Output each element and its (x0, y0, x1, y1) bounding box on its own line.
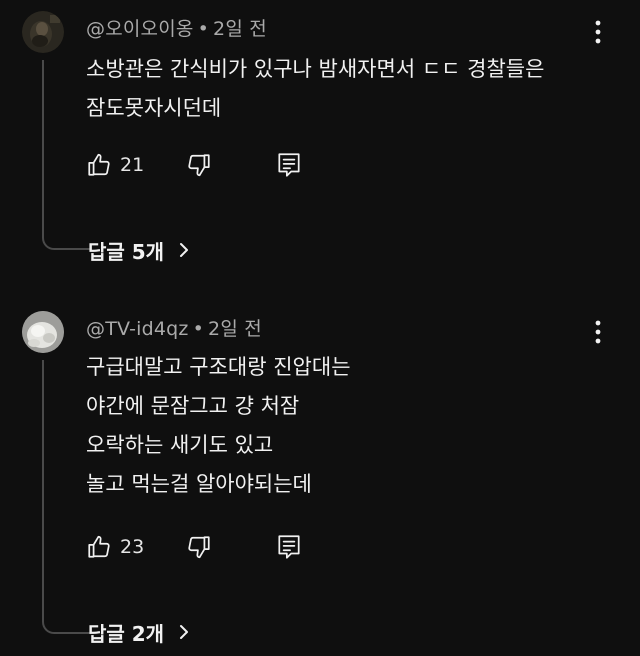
comment-actions: 21 (86, 150, 326, 180)
view-replies-button[interactable]: 답글 2개 (88, 617, 190, 647)
comment-line: 잠도못자시던데 (86, 96, 222, 120)
meta-separator: • (197, 18, 210, 40)
meta-separator: • (192, 318, 205, 340)
vertical-dots-icon (595, 20, 601, 44)
comment-time: 2일 전 (213, 18, 267, 40)
thumb-down-outline-icon (188, 154, 210, 177)
comment-line: 놀고 먹는걸 알아야되는데 (86, 472, 312, 496)
reply-button[interactable] (276, 532, 302, 562)
like-button[interactable]: 21 (86, 150, 144, 180)
comment-meta: @TV-id4qz • 2일 전 (86, 314, 262, 341)
comment-time: 2일 전 (208, 318, 262, 340)
like-button[interactable]: 23 (86, 532, 144, 562)
reply-button[interactable] (276, 150, 302, 180)
comment-item: @오이오이옹 • 2일 전 소방관은 간식비가 있구나 밤새자면서 ㄷㄷ 경찰들은 … (0, 0, 640, 300)
comment-text: 소방관은 간식비가 있구나 밤새자면서 ㄷㄷ 경찰들은 잠도못자시던데 (86, 50, 544, 128)
comment-item: @TV-id4qz • 2일 전 구급대말고 구조대랑 진압대는 야간에 문잠그고 … (0, 300, 640, 656)
view-replies-button[interactable]: 답글 5개 (88, 235, 190, 265)
replies-count-label: 답글 5개 (88, 239, 165, 264)
chevron-right-icon (178, 623, 190, 641)
vertical-dots-icon (595, 320, 601, 344)
comment-line: 소방관은 간식비가 있구나 밤새자면서 ㄷㄷ 경찰들은 (86, 57, 545, 81)
reply-comment-icon (278, 153, 300, 177)
author-handle[interactable]: @오이오이옹 (86, 18, 194, 40)
comment-actions: 23 (86, 532, 326, 562)
avatar[interactable] (22, 311, 64, 353)
like-count: 21 (120, 154, 145, 176)
thread-connector-line (42, 360, 90, 634)
dislike-button[interactable] (186, 532, 212, 562)
thumb-up-outline-icon (88, 153, 110, 176)
comment-line: 오락하는 새기도 있고 (86, 433, 274, 457)
thread-connector-line (42, 60, 90, 250)
dislike-button[interactable] (186, 150, 212, 180)
thumb-up-outline-icon (88, 535, 110, 558)
reply-comment-icon (278, 535, 300, 559)
author-handle[interactable]: @TV-id4qz (86, 318, 189, 340)
chevron-right-icon (178, 241, 190, 259)
comment-meta: @오이오이옹 • 2일 전 (86, 14, 267, 41)
avatar[interactable] (22, 11, 64, 53)
like-count: 23 (120, 536, 145, 558)
thumb-down-outline-icon (188, 536, 210, 559)
more-actions-button[interactable] (588, 18, 608, 46)
comment-text: 구급대말고 구조대랑 진압대는 야간에 문잠그고 걍 처잠 오락하는 새기도 있… (86, 348, 351, 504)
comment-line: 구급대말고 구조대랑 진압대는 (86, 355, 351, 379)
replies-count-label: 답글 2개 (88, 621, 165, 646)
comment-line: 야간에 문잠그고 걍 처잠 (86, 394, 300, 418)
more-actions-button[interactable] (588, 318, 608, 346)
